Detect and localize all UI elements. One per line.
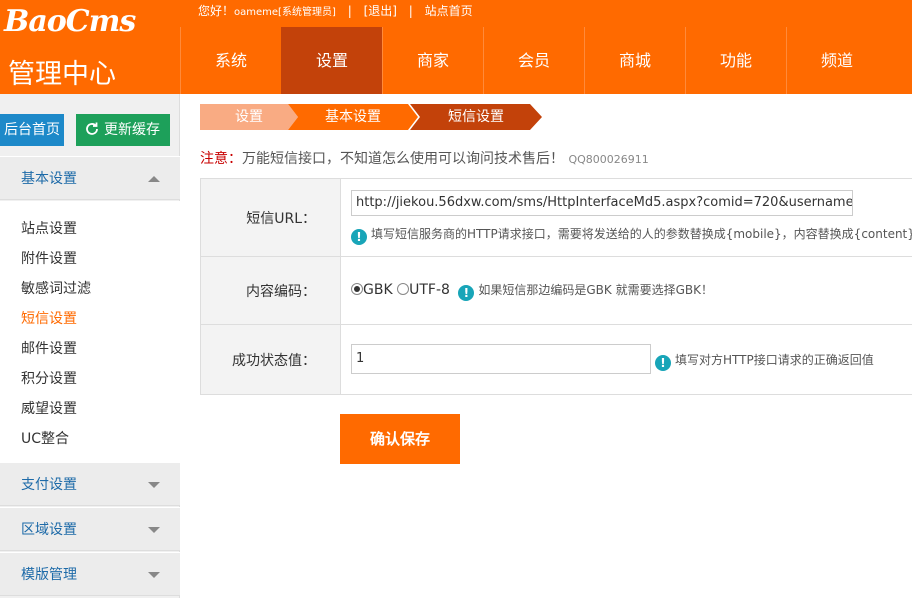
top-user-bar: 您好！oameme[系统管理员] | [退出] | 站点首页 [198,2,473,20]
sidebar-item-points[interactable]: 积分设置 [0,364,180,394]
sidebar-group-label: 支付设置 [21,477,77,493]
sidebar: 后台首页 更新缓存 基本设置 站点设置 附件设置 敏感词过滤 短信设置 邮件设置… [0,94,180,598]
radio-utf8-label[interactable]: UTF-8 [409,282,450,298]
sidebar-group-label: 模版管理 [21,567,77,583]
breadcrumb-item-basic[interactable]: 基本设置 [288,104,418,130]
sms-url-input[interactable]: http://jiekou.56dxw.com/sms/HttpInterfac… [351,190,853,216]
info-icon: ! [458,285,475,301]
site-home-link[interactable]: 站点首页 [425,2,473,19]
notice: 注意：万能短信接口，不知道怎么使用可以询问技术售后！ QQ800026911 [200,148,649,168]
notice-text: 万能短信接口，不知道怎么使用可以询问技术售后！ [242,151,564,167]
topbar-separator: | [347,4,352,18]
breadcrumb-label: 基本设置 [325,109,381,125]
main-content: 设置 基本设置 短信设置 注意：万能短信接口，不知道怎么使用可以询问技术售后！ … [181,94,912,598]
notice-label: 注意： [200,151,242,167]
nav-item-functions[interactable]: 功能 [685,27,786,94]
success-hint-text: 填写对方HTTP接口请求的正确返回值 [675,353,874,367]
notice-qq: QQ800026911 [568,153,649,166]
success-field-cell: 1 ! 填写对方HTTP接口请求的正确返回值 [341,325,912,394]
encoding-hint: ! 如果短信那边编码是GBK 就需要选择GBK！ [458,283,713,301]
refresh-cache-button[interactable]: 更新缓存 [76,114,170,146]
encoding-label: 内容编码： [201,257,341,324]
nav-item-settings[interactable]: 设置 [281,27,382,94]
encoding-radio-group: GBK UTF-8 ! 如果短信那边编码是GBK 就需要选择GBK！ [351,281,713,301]
url-hint-text: 填写短信服务商的HTTP请求接口，需要将发送给的人的参数替换成{mobile}，… [371,227,912,241]
sidebar-group-payment[interactable]: 支付设置 [0,462,180,506]
breadcrumb-label: 设置 [235,109,263,125]
nav-item-system[interactable]: 系统 [180,27,281,94]
sidebar-item-mail[interactable]: 邮件设置 [0,334,180,364]
chevron-down-icon [148,527,160,533]
radio-utf8[interactable] [397,283,410,295]
radio-gbk[interactable] [351,283,363,295]
encoding-hint-text: 如果短信那边编码是GBK 就需要选择GBK！ [478,283,713,297]
sidebar-item-prestige[interactable]: 威望设置 [0,394,180,424]
breadcrumb-item-settings[interactable]: 设置 [200,104,298,130]
sidebar-item-uc[interactable]: UC整合 [0,424,180,454]
save-button[interactable]: 确认保存 [340,414,460,464]
logo[interactable]: BaoCms 管理中心 [0,0,180,94]
chevron-down-icon [148,572,160,578]
breadcrumb-label: 短信设置 [448,109,504,125]
sidebar-item-site[interactable]: 站点设置 [0,214,180,244]
sidebar-item-word-filter[interactable]: 敏感词过滤 [0,274,180,304]
sidebar-group-basic[interactable]: 基本设置 [0,156,180,200]
radio-gbk-label[interactable]: GBK [363,282,393,298]
main-nav: 系统 设置 商家 会员 商城 功能 频道 [180,27,887,94]
form-row-success: 成功状态值： 1 ! 填写对方HTTP接口请求的正确返回值 [201,325,912,394]
encoding-field-cell: GBK UTF-8 ! 如果短信那边编码是GBK 就需要选择GBK！ [341,257,912,324]
sidebar-item-sms[interactable]: 短信设置 [0,304,180,334]
url-hint: ! 填写短信服务商的HTTP请求接口，需要将发送给的人的参数替换成{mobile}… [351,225,912,245]
nav-item-merchants[interactable]: 商家 [382,27,483,94]
sms-settings-form: 短信URL： http://jiekou.56dxw.com/sms/HttpI… [200,178,912,395]
chevron-up-icon [148,176,160,182]
top-header: BaoCms 管理中心 您好！oameme[系统管理员] | [退出] | 站点… [0,0,912,94]
logo-brand: BaoCms [4,4,136,39]
current-user: oameme[系统管理员] [234,7,336,18]
sidebar-group-label: 基本设置 [21,171,77,187]
admin-home-button[interactable]: 后台首页 [0,114,64,146]
info-icon: ! [655,355,671,371]
form-row-url: 短信URL： http://jiekou.56dxw.com/sms/HttpI… [201,179,912,257]
topbar-separator: | [408,4,413,18]
nav-item-members[interactable]: 会员 [483,27,584,94]
sidebar-group-label: 区域设置 [21,522,77,538]
nav-item-channels[interactable]: 频道 [786,27,887,94]
url-label: 短信URL： [201,179,341,256]
logout-link[interactable]: [退出] [364,2,397,19]
sidebar-item-attachment[interactable]: 附件设置 [0,244,180,274]
nav-item-mall[interactable]: 商城 [584,27,685,94]
refresh-icon [86,122,98,135]
greeting-text: 您好！ [198,4,235,18]
chevron-down-icon [148,482,160,488]
sidebar-menu: 站点设置 附件设置 敏感词过滤 短信设置 邮件设置 积分设置 威望设置 UC整合 [0,201,180,462]
success-label: 成功状态值： [201,325,341,394]
success-value-input[interactable]: 1 [351,344,651,374]
sidebar-group-region[interactable]: 区域设置 [0,507,180,551]
sidebar-group-template[interactable]: 模版管理 [0,552,180,596]
logo-subtitle: 管理中心 [8,59,116,90]
breadcrumb-item-sms: 短信设置 [410,104,542,130]
url-field-cell: http://jiekou.56dxw.com/sms/HttpInterfac… [341,179,912,256]
form-row-encoding: 内容编码： GBK UTF-8 ! 如果短信那边编码是GBK 就需要选择GBK！ [201,257,912,325]
refresh-cache-label: 更新缓存 [104,122,160,138]
info-icon: ! [351,229,367,245]
success-hint: ! 填写对方HTTP接口请求的正确返回值 [655,351,874,371]
